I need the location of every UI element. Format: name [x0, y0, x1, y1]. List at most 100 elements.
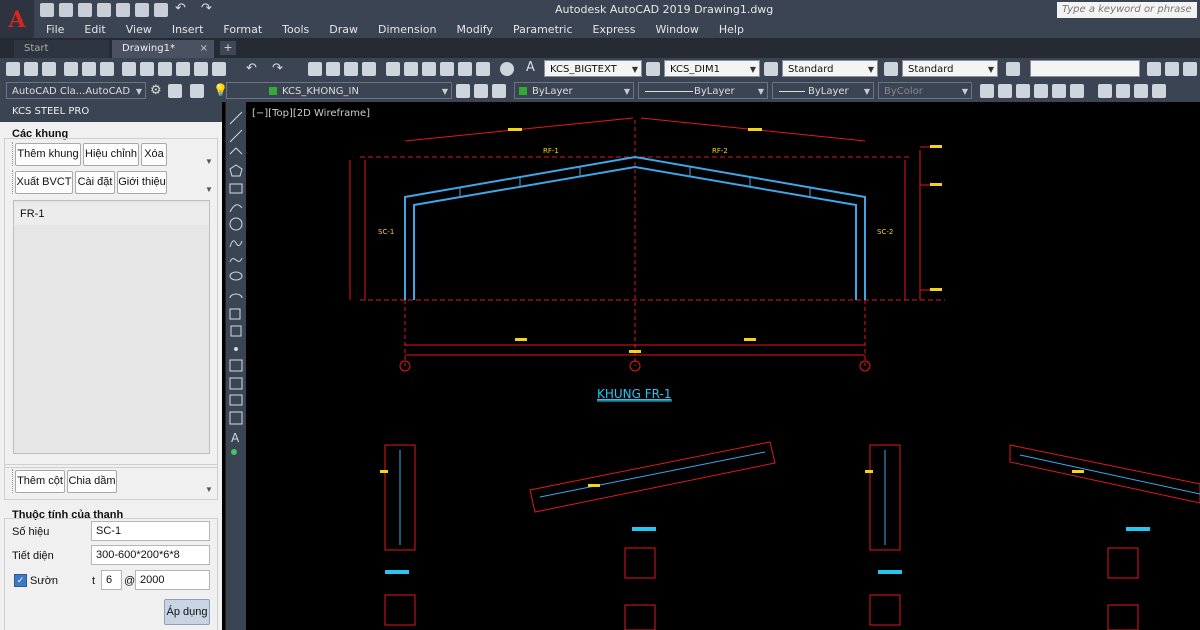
open-file-icon[interactable]	[59, 3, 73, 17]
delete-frame-button[interactable]: Xóa	[141, 143, 167, 166]
menu-draw[interactable]: Draw	[329, 23, 358, 36]
color-select[interactable]: ByLayer ▼	[514, 82, 634, 99]
block-editor-icon[interactable]	[212, 62, 226, 76]
menu-tools[interactable]: Tools	[282, 23, 309, 36]
save-icon[interactable]	[78, 3, 92, 17]
add-column-button[interactable]: Thêm cột	[15, 470, 65, 493]
copy-icon[interactable]	[140, 62, 154, 76]
dim-linear-icon[interactable]	[980, 84, 994, 98]
frame-list[interactable]: FR-1	[13, 200, 210, 454]
redo-icon[interactable]: ↷	[272, 61, 283, 76]
dim-continue-icon[interactable]	[1116, 84, 1130, 98]
properties-icon[interactable]	[386, 62, 400, 76]
menu-format[interactable]: Format	[223, 23, 262, 36]
workspace-select[interactable]: AutoCAD Cla...AutoCAD 201▼	[6, 82, 146, 114]
tool-palettes-icon[interactable]	[422, 62, 436, 76]
dim-space-icon[interactable]	[1134, 84, 1148, 98]
dim-aligned-icon[interactable]	[998, 84, 1012, 98]
gear-icon[interactable]: ⚙	[150, 83, 162, 98]
about-button[interactable]: Giới thiệu	[117, 171, 167, 194]
chevron-down-icon[interactable]: ▼	[205, 485, 213, 494]
help-icon[interactable]	[500, 62, 514, 76]
zoom-realtime-icon[interactable]	[326, 62, 340, 76]
pan-icon[interactable]	[308, 62, 322, 76]
undo-icon[interactable]: ↶	[246, 61, 257, 76]
new-file-icon[interactable]	[40, 3, 54, 17]
multileader-style-select[interactable]: Standard ▼	[902, 60, 998, 77]
menu-parametric[interactable]: Parametric	[513, 23, 573, 36]
save-web-icon[interactable]	[135, 3, 149, 17]
qnew-icon[interactable]	[6, 62, 20, 76]
plot-icon[interactable]	[64, 62, 78, 76]
make-current-icon[interactable]	[456, 84, 470, 98]
layout-icon[interactable]	[1183, 62, 1197, 76]
dim-radius-icon[interactable]	[1052, 84, 1066, 98]
match-properties-icon[interactable]	[194, 62, 208, 76]
menu-express[interactable]: Express	[593, 23, 636, 36]
layer-select[interactable]: KCS_KHONG_IN ▼	[226, 82, 452, 99]
menu-view[interactable]: View	[126, 23, 152, 36]
member-id-field[interactable]: SC-1	[91, 521, 210, 541]
menu-insert[interactable]: Insert	[172, 23, 204, 36]
divide-beam-button[interactable]: Chia dầm	[67, 470, 117, 493]
dim-break-icon[interactable]	[1152, 84, 1166, 98]
zoom-previous-icon[interactable]	[362, 62, 376, 76]
edit-frame-button[interactable]: Hiệu chỉnh	[83, 143, 139, 166]
undo-icon[interactable]: ↶	[175, 1, 186, 16]
open-icon[interactable]	[24, 62, 38, 76]
plot-style-select[interactable]: ByColor ▼	[878, 82, 972, 99]
workspace-lock-icon[interactable]	[168, 84, 182, 98]
search-input[interactable]: Type a keyword or phrase	[1057, 2, 1197, 18]
workspace-settings-icon[interactable]	[1006, 62, 1020, 76]
apply-button[interactable]: Áp dụng	[164, 599, 210, 625]
rib-checkbox[interactable]: ✓	[14, 574, 27, 587]
export-drawing-button[interactable]: Xuất BVCT	[15, 171, 73, 194]
sheet-set-icon[interactable]	[440, 62, 454, 76]
save-as-icon[interactable]	[97, 3, 111, 17]
table-style-select[interactable]: Standard ▼	[782, 60, 878, 77]
viewport-label[interactable]: [−][Top][2D Wireframe]	[252, 108, 370, 119]
dim-arc-icon[interactable]	[1016, 84, 1030, 98]
tab-drawing1[interactable]: Drawing1* ×	[112, 40, 214, 58]
menu-dimension[interactable]: Dimension	[378, 23, 436, 36]
paste-icon[interactable]	[158, 62, 172, 76]
layer-properties-icon[interactable]	[190, 84, 204, 98]
named-views-icon[interactable]	[1165, 62, 1179, 76]
open-web-icon[interactable]	[116, 3, 130, 17]
settings-button[interactable]: Cài đặt	[75, 171, 115, 194]
section-field[interactable]: 300-600*200*6*8	[91, 545, 210, 565]
list-item[interactable]: FR-1	[14, 203, 209, 225]
redo-icon[interactable]: ↷	[201, 1, 212, 16]
layer-state-icon[interactable]	[492, 84, 506, 98]
markup-icon[interactable]	[458, 62, 472, 76]
menu-window[interactable]: Window	[655, 23, 698, 36]
close-icon[interactable]: ×	[200, 40, 208, 58]
paste-special-icon[interactable]	[176, 62, 190, 76]
tab-start[interactable]: Start	[14, 40, 109, 58]
menu-edit[interactable]: Edit	[84, 23, 105, 36]
linetype-select[interactable]: ByLayer ▼	[638, 82, 768, 99]
add-frame-button[interactable]: Thêm khung	[15, 143, 81, 166]
zoom-window-icon[interactable]	[344, 62, 358, 76]
lineweight-select[interactable]: ByLayer ▼	[772, 82, 874, 99]
app-menu-button[interactable]: A	[0, 0, 34, 40]
plot-icon[interactable]	[154, 3, 168, 17]
dim-ordinate-icon[interactable]	[1034, 84, 1048, 98]
save-icon[interactable]	[42, 62, 56, 76]
design-center-icon[interactable]	[404, 62, 418, 76]
viewport-icon[interactable]	[1147, 62, 1161, 76]
menu-help[interactable]: Help	[719, 23, 744, 36]
rib-spacing-field[interactable]: 2000	[135, 570, 210, 590]
rib-thickness-field[interactable]: 6	[101, 570, 122, 590]
layer-previous-icon[interactable]	[474, 84, 488, 98]
preview-icon[interactable]	[82, 62, 96, 76]
dim-baseline-icon[interactable]	[1098, 84, 1112, 98]
publish-icon[interactable]	[100, 62, 114, 76]
command-input[interactable]	[1030, 60, 1140, 77]
dim-style-select[interactable]: KCS_DIM1 ▼	[664, 60, 760, 77]
text-style-select[interactable]: KCS_BIGTEXT ▼	[544, 60, 642, 77]
quickcalc-icon[interactable]	[476, 62, 490, 76]
chevron-down-icon[interactable]: ▼	[205, 157, 213, 166]
dim-jogged-icon[interactable]	[1070, 84, 1084, 98]
menu-file[interactable]: File	[46, 23, 64, 36]
